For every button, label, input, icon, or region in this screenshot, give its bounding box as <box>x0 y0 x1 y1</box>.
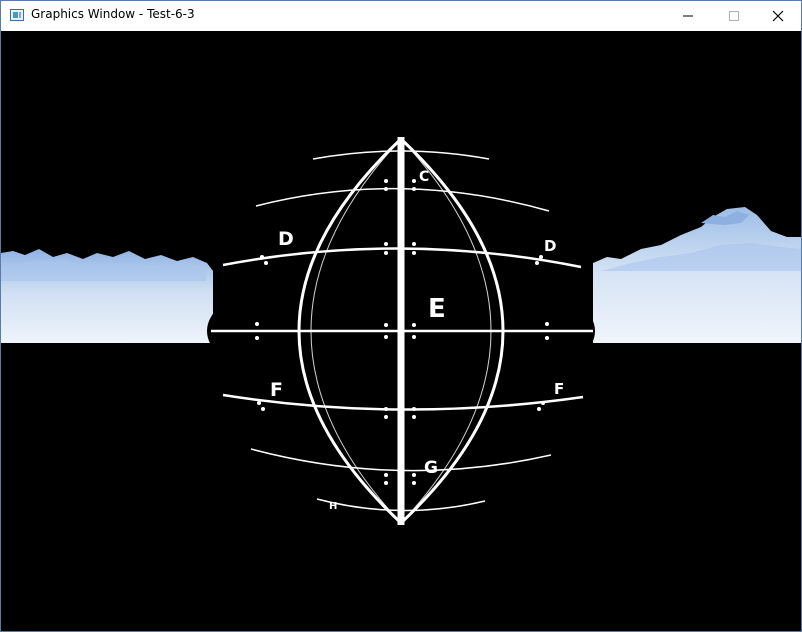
scene-canvas: C D D E F F G H <box>1 137 801 525</box>
maximize-button[interactable] <box>711 1 757 31</box>
label-g: G <box>424 458 438 478</box>
label-f-right: F <box>554 380 564 398</box>
label-d-left: D <box>278 228 294 250</box>
minimize-button[interactable] <box>665 1 711 31</box>
sphere-grid <box>211 137 593 525</box>
window-title: Graphics Window - Test-6-3 <box>31 7 195 21</box>
label-h: H <box>329 501 337 512</box>
label-e: E <box>428 294 446 324</box>
app-icon <box>10 9 24 21</box>
minimize-icon <box>683 15 693 17</box>
close-button[interactable] <box>755 1 801 31</box>
render-viewport[interactable]: C D D E F F G H <box>1 31 801 631</box>
close-icon <box>772 10 784 22</box>
graphics-window: Graphics Window - Test-6-3 C D D E F F G… <box>0 0 802 632</box>
title-bar[interactable]: Graphics Window - Test-6-3 <box>1 1 801 31</box>
maximize-icon <box>729 11 739 21</box>
label-f-left: F <box>270 379 283 401</box>
label-c: C <box>419 169 429 185</box>
sky-horizon-right <box>593 207 801 343</box>
sky-horizon-left <box>1 249 213 343</box>
label-d-right: D <box>544 237 556 255</box>
